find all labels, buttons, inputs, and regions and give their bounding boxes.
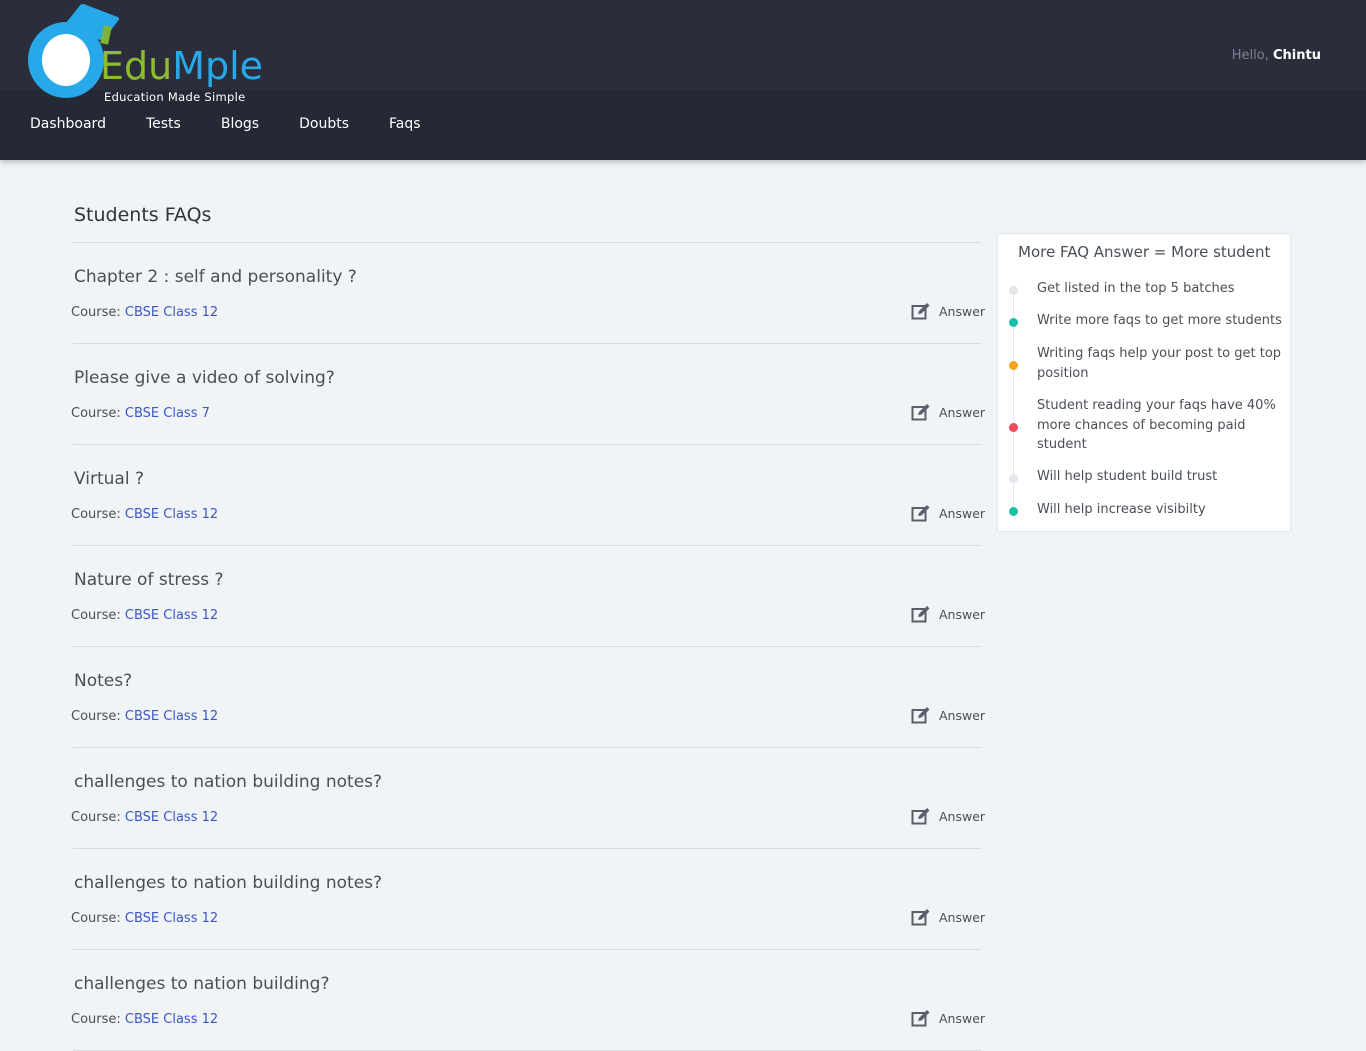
benefit-item: Will help student build trust — [1009, 467, 1287, 487]
benefit-text: Student reading your faqs have 40% more … — [1037, 398, 1276, 452]
timeline-dot-icon — [1009, 474, 1018, 483]
benefit-text: Will help student build trust — [1037, 469, 1218, 484]
answer-button[interactable]: Answer — [911, 908, 985, 926]
edumple-logo[interactable]: EduMple Education Made Simple — [28, 3, 268, 112]
faq-item: challenges to nation building? Course: CB… — [71, 950, 985, 1051]
faq-course: Course: CBSE Class 12 — [71, 608, 218, 623]
edit-icon — [911, 404, 930, 421]
course-link[interactable]: CBSE Class 12 — [125, 608, 218, 623]
course-label: Course: — [71, 507, 121, 522]
faq-course: Course: CBSE Class 12 — [71, 305, 218, 320]
user-greeting[interactable]: Hello, Chintu — [1232, 48, 1321, 63]
timeline-dot-icon — [1009, 423, 1018, 432]
benefit-text: Write more faqs to get more students — [1037, 313, 1282, 328]
answer-label: Answer — [939, 606, 986, 622]
nav-tests[interactable]: Tests — [146, 116, 181, 132]
main-nav: Dashboard Tests Blogs Doubts Faqs — [30, 116, 461, 132]
course-link[interactable]: CBSE Class 7 — [125, 406, 210, 421]
answer-button[interactable]: Answer — [911, 1009, 985, 1027]
faq-course: Course: CBSE Class 7 — [71, 406, 210, 421]
answer-button[interactable]: Answer — [911, 504, 985, 522]
benefit-text: Will help increase visibilty — [1037, 502, 1206, 517]
nav-doubts[interactable]: Doubts — [299, 116, 349, 132]
faq-question[interactable]: challenges to nation building? — [74, 974, 329, 994]
faq-course: Course: CBSE Class 12 — [71, 709, 218, 724]
course-label: Course: — [71, 810, 121, 825]
edit-icon — [911, 707, 930, 724]
benefit-item: Get listed in the top 5 batches — [1009, 279, 1287, 299]
edit-icon — [911, 606, 930, 623]
answer-label: Answer — [939, 909, 986, 925]
timeline-dot-icon — [1009, 507, 1018, 516]
edit-icon — [911, 505, 930, 522]
faq-course: Course: CBSE Class 12 — [71, 911, 218, 926]
faq-course: Course: CBSE Class 12 — [71, 507, 218, 522]
answer-label: Answer — [939, 808, 986, 824]
benefits-title: More FAQ Answer = More student — [1018, 243, 1271, 261]
answer-button[interactable]: Answer — [911, 605, 985, 623]
course-link[interactable]: CBSE Class 12 — [125, 507, 218, 522]
edit-icon — [911, 808, 930, 825]
course-link[interactable]: CBSE Class 12 — [125, 709, 218, 724]
timeline-dot-icon — [1009, 286, 1018, 295]
nav-faqs[interactable]: Faqs — [389, 116, 421, 132]
benefit-item: Writing faqs help your post to get top p… — [1009, 344, 1287, 383]
faq-question[interactable]: Please give a video of solving? — [74, 368, 335, 388]
timeline-dot-icon — [1009, 361, 1018, 370]
answer-label: Answer — [939, 303, 986, 319]
course-label: Course: — [71, 911, 121, 926]
benefit-item: Student reading your faqs have 40% more … — [1009, 396, 1287, 455]
answer-button[interactable]: Answer — [911, 403, 985, 421]
faq-question[interactable]: challenges to nation building notes? — [74, 873, 382, 893]
answer-label: Answer — [939, 707, 986, 723]
course-label: Course: — [71, 305, 121, 320]
course-link[interactable]: CBSE Class 12 — [125, 810, 218, 825]
page-title: Students FAQs — [74, 204, 212, 226]
faq-list-panel: Students FAQs Chapter 2 : self and perso… — [71, 190, 985, 1051]
answer-button[interactable]: Answer — [911, 302, 985, 320]
faq-course: Course: CBSE Class 12 — [71, 810, 218, 825]
faq-item: Notes? Course: CBSE Class 12 Answer — [71, 647, 985, 748]
faq-item: Virtual ? Course: CBSE Class 12 Answer — [71, 445, 985, 546]
faq-benefits-card: More FAQ Answer = More student Get liste… — [997, 233, 1291, 532]
faq-question[interactable]: challenges to nation building notes? — [74, 772, 382, 792]
faq-item: Please give a video of solving? Course: C… — [71, 344, 985, 445]
faq-item: Nature of stress ? Course: CBSE Class 12 A… — [71, 546, 985, 647]
top-header: EduMple Education Made Simple Hello, Chi… — [0, 0, 1366, 160]
faq-question[interactable]: Notes? — [74, 671, 132, 691]
logo-tagline: Education Made Simple — [104, 90, 246, 104]
edit-icon — [911, 909, 930, 926]
answer-label: Answer — [939, 505, 986, 521]
faq-item: challenges to nation building notes? Cour… — [71, 748, 985, 849]
nav-blogs[interactable]: Blogs — [221, 116, 259, 132]
nav-dashboard[interactable]: Dashboard — [30, 116, 106, 132]
edit-icon — [911, 303, 930, 320]
timeline-dot-icon — [1009, 318, 1018, 327]
course-link[interactable]: CBSE Class 12 — [125, 305, 218, 320]
faq-question[interactable]: Nature of stress ? — [74, 570, 224, 590]
benefit-item: Will help increase visibilty — [1009, 500, 1287, 520]
faq-question[interactable]: Virtual ? — [74, 469, 144, 489]
course-label: Course: — [71, 406, 121, 421]
benefit-text: Get listed in the top 5 batches — [1037, 281, 1235, 296]
benefit-item: Write more faqs to get more students — [1009, 311, 1287, 331]
edit-icon — [911, 1010, 930, 1027]
course-label: Course: — [71, 608, 121, 623]
benefit-text: Writing faqs help your post to get top p… — [1037, 346, 1282, 381]
faq-item: challenges to nation building notes? Cour… — [71, 849, 985, 950]
course-link[interactable]: CBSE Class 12 — [125, 911, 218, 926]
answer-label: Answer — [939, 1010, 986, 1026]
answer-label: Answer — [939, 404, 986, 420]
logo-wordmark: EduMple — [100, 44, 264, 88]
faq-question[interactable]: Chapter 2 : self and personality ? — [74, 267, 357, 287]
faq-item: Chapter 2 : self and personality ? Course… — [71, 243, 985, 344]
answer-button[interactable]: Answer — [911, 706, 985, 724]
answer-button[interactable]: Answer — [911, 807, 985, 825]
course-label: Course: — [71, 709, 121, 724]
user-name[interactable]: Chintu — [1273, 48, 1321, 63]
